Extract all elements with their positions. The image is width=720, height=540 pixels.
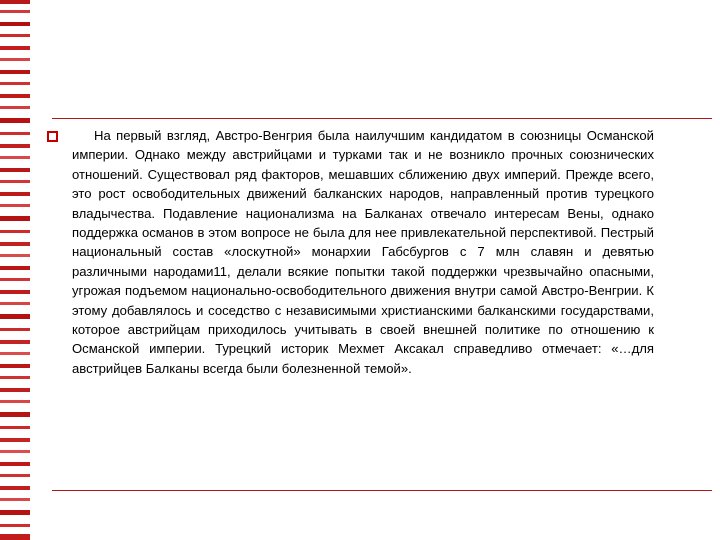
left-decorative-stripes	[0, 0, 30, 540]
stripe	[0, 156, 30, 159]
stripe	[0, 254, 30, 257]
stripe	[0, 10, 30, 13]
stripe	[0, 486, 30, 490]
stripe	[0, 376, 30, 379]
stripe	[0, 462, 30, 466]
stripe	[0, 364, 30, 368]
stripe	[0, 388, 30, 392]
stripe	[0, 216, 30, 221]
stripe	[0, 82, 30, 85]
stripe	[0, 498, 30, 501]
stripe	[0, 242, 30, 246]
stripe	[0, 70, 30, 74]
stripe	[0, 438, 30, 442]
stripe	[0, 58, 30, 61]
stripe	[0, 106, 30, 109]
stripe	[0, 340, 30, 344]
stripe	[0, 192, 30, 196]
stripe	[0, 426, 30, 429]
stripe	[0, 474, 30, 477]
stripe	[0, 204, 30, 207]
stripe	[0, 450, 30, 453]
stripe	[0, 266, 30, 270]
stripe	[0, 510, 30, 515]
stripe	[0, 230, 30, 233]
stripe	[0, 34, 30, 37]
stripe	[0, 118, 30, 123]
stripe	[0, 22, 30, 26]
stripe	[0, 412, 30, 417]
stripe	[0, 534, 30, 540]
body-paragraph: На первый взгляд, Австро-Венгрия была на…	[72, 128, 654, 376]
stripe	[0, 290, 30, 294]
stripe	[0, 302, 30, 305]
stripe	[0, 524, 30, 527]
stripe	[0, 400, 30, 403]
stripe	[0, 328, 30, 331]
square-outline-bullet-icon	[47, 131, 58, 142]
stripe	[0, 46, 30, 50]
stripe	[0, 314, 30, 319]
slide-body-text: На первый взгляд, Австро-Венгрия была на…	[72, 126, 654, 378]
stripe	[0, 132, 30, 135]
stripe	[0, 0, 30, 4]
stripe	[0, 94, 30, 98]
stripe	[0, 352, 30, 355]
stripe	[0, 144, 30, 148]
stripe	[0, 180, 30, 183]
slide: На первый взгляд, Австро-Венгрия была на…	[0, 0, 720, 540]
top-divider-rule	[52, 118, 712, 119]
stripe	[0, 168, 30, 172]
bottom-divider-rule	[52, 490, 712, 491]
stripe	[0, 278, 30, 281]
